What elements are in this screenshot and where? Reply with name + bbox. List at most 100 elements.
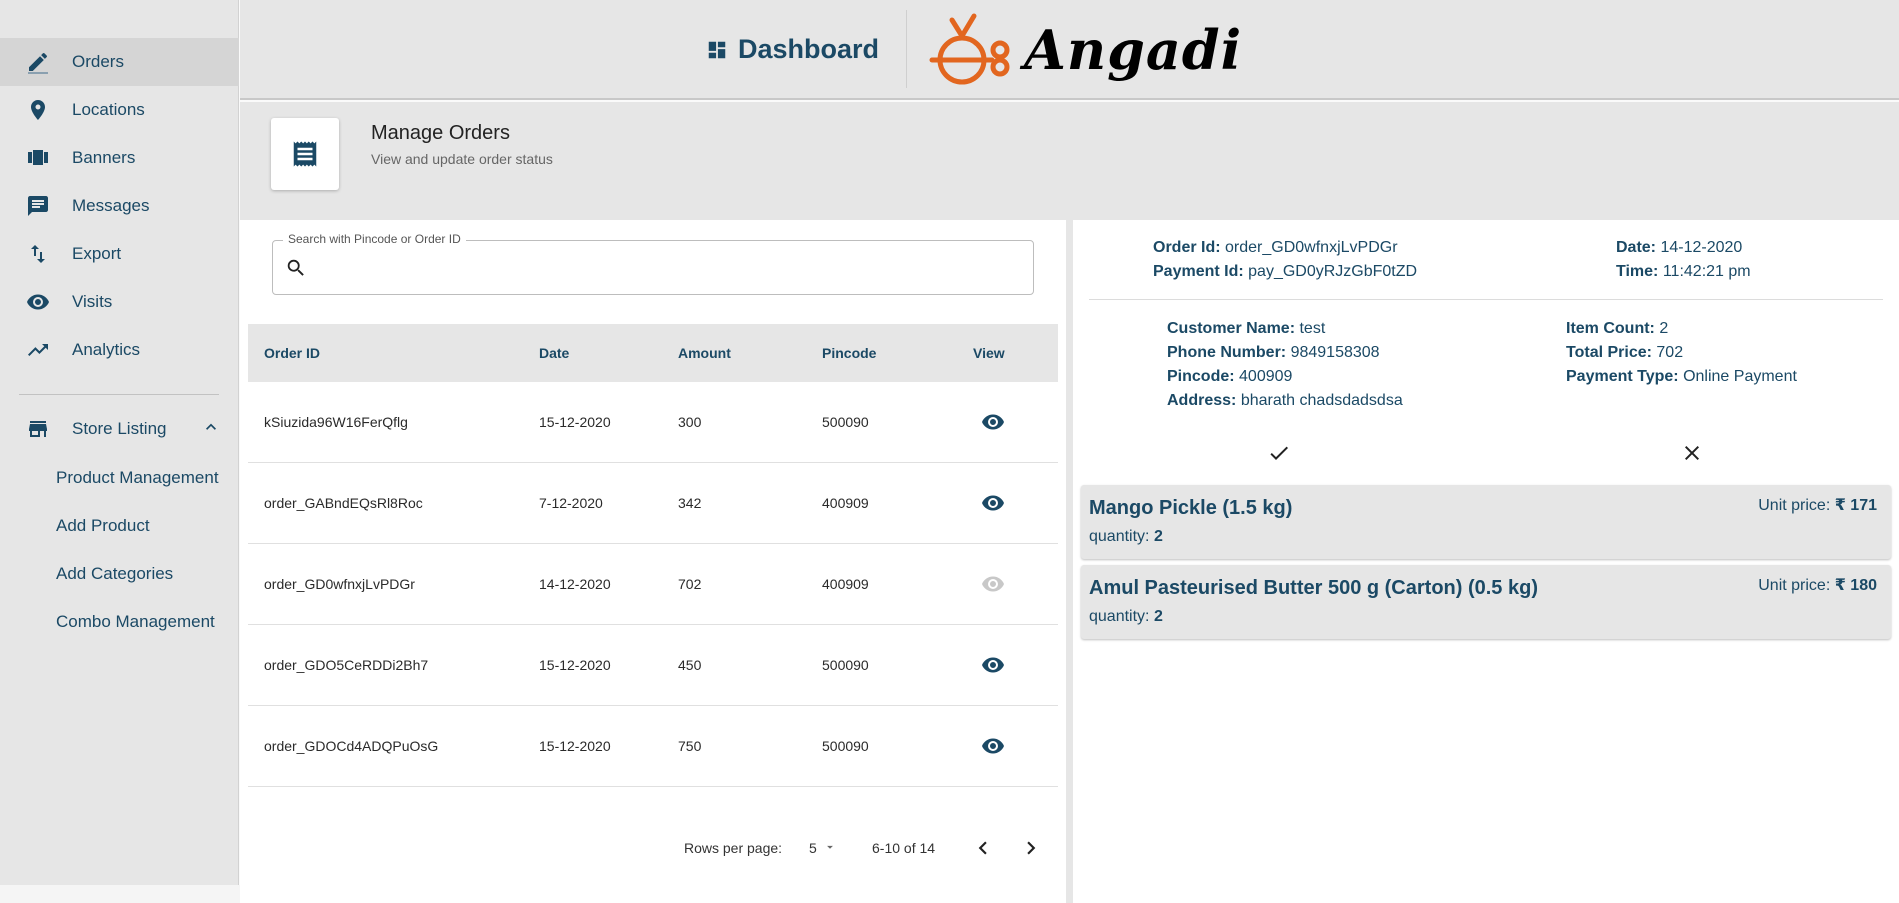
item-unit-price: Unit price: ₹ 171 xyxy=(1758,495,1877,515)
cell-amount: 450 xyxy=(678,657,702,673)
total-price-label: Total Price: xyxy=(1566,344,1652,361)
sidebar-item-visits[interactable]: Visits xyxy=(0,278,239,326)
payment-id-value: pay_GD0yRJzGbF0tZD xyxy=(1248,263,1418,280)
phone-field: Phone Number: 9849158308 xyxy=(1167,344,1380,362)
table-row[interactable]: order_GDOCd4ADQPuOsG 15-12-2020 750 5000… xyxy=(248,706,1058,787)
cell-date: 15-12-2020 xyxy=(539,657,611,673)
sidebar-item-locations[interactable]: Locations xyxy=(0,86,239,134)
brand-name: Angadi xyxy=(1024,18,1243,82)
column-header-amount[interactable]: Amount xyxy=(678,345,731,361)
time-label: Time: xyxy=(1616,263,1659,280)
orders-table: Order ID Date Amount Pincode View kSiuzi… xyxy=(248,324,1058,787)
customer-name-label: Customer Name: xyxy=(1167,320,1296,337)
sidebar-item-label: Locations xyxy=(72,100,145,119)
cell-pincode: 400909 xyxy=(822,495,869,511)
dashboard-icon xyxy=(706,39,728,61)
time-field: Time: 11:42:21 pm xyxy=(1616,263,1751,281)
carousel-icon xyxy=(26,146,50,170)
view-order-eye-icon[interactable] xyxy=(981,734,1005,758)
dashboard-link[interactable]: Dashboard xyxy=(706,34,879,65)
cell-pincode: 500090 xyxy=(822,414,869,430)
store-icon xyxy=(26,417,50,441)
item-name: Mango Pickle (1.5 kg) xyxy=(1089,497,1293,519)
cell-pincode: 400909 xyxy=(822,576,869,592)
cell-amount: 300 xyxy=(678,414,702,430)
sidebar-item-orders[interactable]: Orders xyxy=(0,38,239,86)
pagination-range: 6-10 of 14 xyxy=(872,840,936,856)
next-page-icon[interactable] xyxy=(1018,835,1044,861)
cell-order-id: order_GABndEQsRl8Roc xyxy=(264,495,423,511)
date-label: Date: xyxy=(1616,239,1657,256)
chevron-up-icon[interactable] xyxy=(201,417,221,437)
item-quantity: quantity: 2 xyxy=(1089,528,1163,546)
sidebar-item-label: Export xyxy=(72,244,122,263)
column-header-view: View xyxy=(973,345,1005,361)
column-header-date[interactable]: Date xyxy=(539,345,569,361)
table-row[interactable]: kSiuzida96W16FerQflg 15-12-2020 300 5000… xyxy=(248,382,1058,463)
table-row[interactable]: order_GD0wfnxjLvPDGr 14-12-2020 702 4009… xyxy=(248,544,1058,625)
cell-pincode: 500090 xyxy=(822,657,869,673)
location-pin-icon xyxy=(26,98,50,122)
sidebar-item-label: Visits xyxy=(72,292,113,311)
item-quantity-value: 2 xyxy=(1153,528,1163,545)
table-row[interactable]: order_GABndEQsRl8Roc 7-12-2020 342 40090… xyxy=(248,463,1058,544)
cell-order-id: order_GD0wfnxjLvPDGr xyxy=(264,576,415,592)
total-price-field: Total Price: 702 xyxy=(1566,344,1683,362)
unit-price-value: ₹ 171 xyxy=(1834,497,1877,514)
sidebar-item-banners[interactable]: Banners xyxy=(0,134,239,182)
sidebar-item-export[interactable]: Export xyxy=(0,230,239,278)
previous-page-icon[interactable] xyxy=(970,835,996,861)
cell-order-id: order_GDOCd4ADQPuOsG xyxy=(264,738,439,754)
page-header: Manage Orders View and update order stat… xyxy=(240,102,1899,220)
sidebar-item-store-listing[interactable]: Store Listing xyxy=(0,405,239,453)
accept-check-icon[interactable] xyxy=(1267,441,1291,465)
item-count-field: Item Count: 2 xyxy=(1566,320,1668,338)
sidebar-subitem-combo-management[interactable]: Combo Management xyxy=(56,612,215,632)
order-id-label: Order Id: xyxy=(1153,239,1221,256)
cell-order-id: kSiuzida96W16FerQflg xyxy=(264,414,408,430)
page-subtitle: View and update order status xyxy=(371,151,553,167)
search-label: Search with Pincode or Order ID xyxy=(283,232,466,246)
payment-type-label: Payment Type: xyxy=(1566,368,1679,385)
sidebar-item-messages[interactable]: Messages xyxy=(0,182,239,230)
item-quantity-value: 2 xyxy=(1153,608,1163,625)
sidebar-subitem-add-categories[interactable]: Add Categories xyxy=(56,564,173,584)
orders-panel: Search with Pincode or Order ID Order ID… xyxy=(240,220,1066,903)
pincode-field: Pincode: 400909 xyxy=(1167,368,1292,386)
sidebar-item-label: Store Listing xyxy=(72,419,167,438)
reject-close-icon[interactable] xyxy=(1680,441,1704,465)
view-order-eye-icon-selected[interactable] xyxy=(981,572,1005,596)
sidebar-subitem-add-product[interactable]: Add Product xyxy=(56,516,150,536)
rows-per-page-select[interactable]: 5 xyxy=(809,840,817,856)
table-row[interactable]: order_GDO5CeRDDi2Bh7 15-12-2020 450 5000… xyxy=(248,625,1058,706)
eye-icon xyxy=(26,290,50,314)
cell-amount: 702 xyxy=(678,576,702,592)
view-order-eye-icon[interactable] xyxy=(981,653,1005,677)
order-item-card: Amul Pasteurised Butter 500 g (Carton) (… xyxy=(1081,565,1891,639)
item-unit-price: Unit price: ₹ 180 xyxy=(1758,575,1877,595)
search-input[interactable] xyxy=(317,253,1017,283)
sidebar-divider xyxy=(19,394,219,395)
header-divider xyxy=(906,10,907,88)
dropdown-caret-icon[interactable] xyxy=(823,840,837,854)
sidebar-item-label: Analytics xyxy=(72,340,141,359)
search-field[interactable]: Search with Pincode or Order ID xyxy=(272,232,1034,295)
pincode-label: Pincode: xyxy=(1167,368,1235,385)
app-root: Orders Locations Banners Messages Export xyxy=(0,0,1899,903)
column-header-pincode[interactable]: Pincode xyxy=(822,345,876,361)
column-header-order-id[interactable]: Order ID xyxy=(264,345,320,361)
order-item-card: Mango Pickle (1.5 kg) quantity: 2 Unit p… xyxy=(1081,485,1891,559)
item-quantity-label: quantity: xyxy=(1089,608,1150,625)
sidebar-subitem-product-management[interactable]: Product Management xyxy=(56,468,219,488)
page-title: Manage Orders xyxy=(371,122,510,144)
panel-divider xyxy=(1066,220,1073,903)
date-field: Date: 14-12-2020 xyxy=(1616,239,1742,257)
view-order-eye-icon[interactable] xyxy=(981,410,1005,434)
time-value: 11:42:21 pm xyxy=(1662,263,1751,280)
view-order-eye-icon[interactable] xyxy=(981,491,1005,515)
address-label: Address: xyxy=(1167,392,1237,409)
trending-up-icon xyxy=(26,338,50,362)
sidebar: Orders Locations Banners Messages Export xyxy=(0,0,239,885)
sidebar-item-analytics[interactable]: Analytics xyxy=(0,326,239,374)
item-name: Amul Pasteurised Butter 500 g (Carton) (… xyxy=(1089,577,1538,599)
